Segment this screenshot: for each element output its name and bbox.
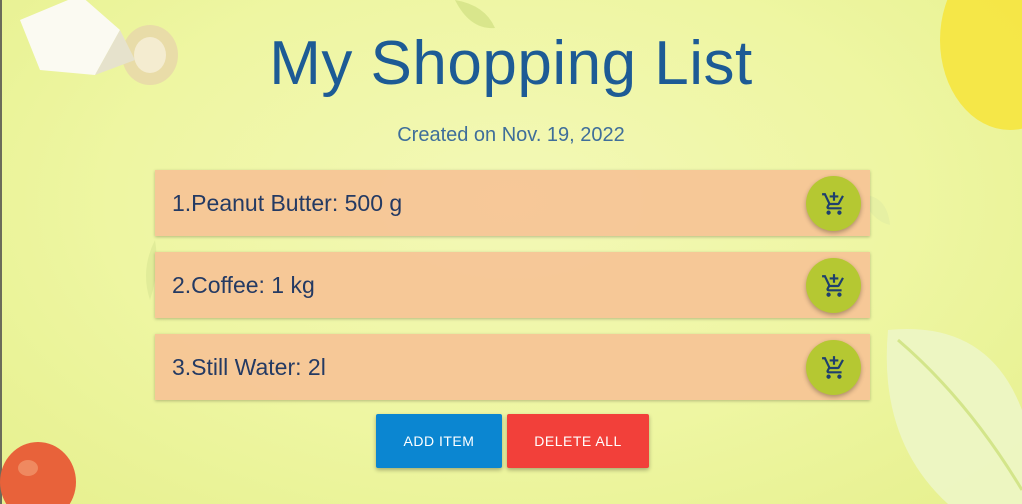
shopping-list: 1.Peanut Butter: 500 g 2.Coffee: 1 kg 3.… — [155, 170, 870, 416]
leaf-decoration-right — [886, 329, 1022, 504]
item-label: 1.Peanut Butter: 500 g — [172, 189, 403, 216]
list-item: 2.Coffee: 1 kg — [155, 252, 870, 318]
add-shopping-cart-icon — [821, 355, 844, 379]
created-date: Created on Nov. 19, 2022 — [397, 124, 625, 146]
add-to-cart-button[interactable] — [806, 176, 861, 231]
page-title: My Shopping List — [269, 29, 753, 98]
add-item-button[interactable]: ADD ITEM — [376, 414, 502, 468]
list-item: 1.Peanut Butter: 500 g — [155, 170, 870, 236]
delete-all-button[interactable]: DELETE ALL — [507, 414, 649, 468]
add-to-cart-button[interactable] — [806, 258, 861, 313]
item-label: 2.Coffee: 1 kg — [172, 271, 315, 298]
list-item: 3.Still Water: 2l — [155, 334, 870, 400]
tomato-decoration — [0, 442, 76, 504]
add-to-cart-button[interactable] — [806, 340, 861, 395]
item-label: 3.Still Water: 2l — [172, 353, 326, 380]
add-shopping-cart-icon — [821, 191, 844, 215]
action-buttons: ADD ITEM DELETE ALL — [376, 414, 649, 468]
add-shopping-cart-icon — [821, 273, 844, 297]
